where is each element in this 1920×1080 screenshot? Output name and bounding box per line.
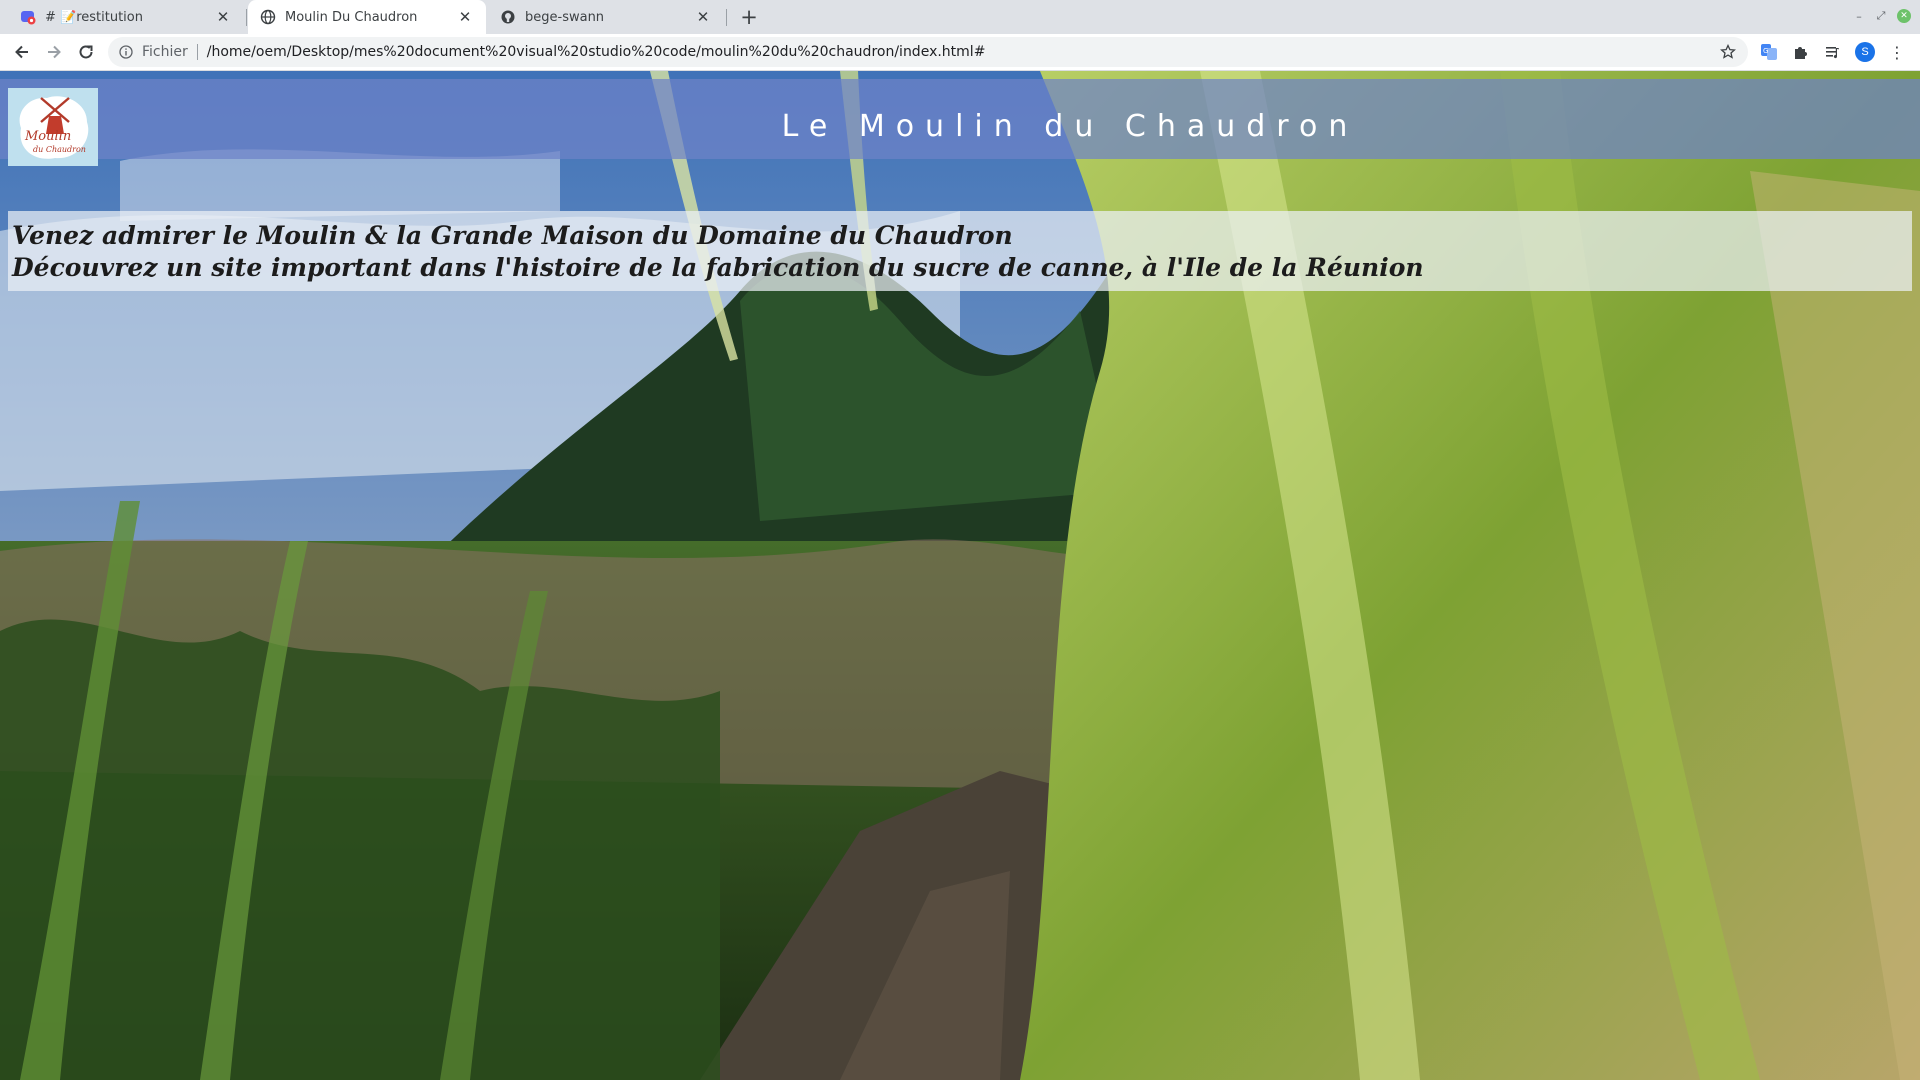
- forward-button[interactable]: [40, 38, 68, 66]
- close-icon[interactable]: ✕: [694, 8, 712, 26]
- tab-bege-swann[interactable]: bege-swann ✕: [488, 0, 724, 34]
- back-button[interactable]: [8, 38, 36, 66]
- address-bar[interactable]: Fichier /home/oem/Desktop/mes%20document…: [108, 37, 1748, 67]
- site-title: Le Moulin du Chaudron: [781, 109, 1359, 144]
- url-text[interactable]: /home/oem/Desktop/mes%20document%20visua…: [207, 44, 986, 60]
- media-queue-icon[interactable]: [1823, 42, 1843, 62]
- svg-text:G: G: [1763, 47, 1768, 55]
- tab-strip: # 📝restitution ✕ Moulin Du Chaudron ✕ be…: [0, 0, 1920, 34]
- arrow-left-icon: [15, 45, 28, 59]
- globe-icon: [260, 9, 276, 25]
- page-viewport: Moulin du Chaudron Le Moulin du Chaudron…: [0, 71, 1920, 1080]
- tab-separator: [726, 9, 727, 26]
- banner-line-2: Découvrez un site important dans l'histo…: [12, 253, 1424, 282]
- tab-separator: [246, 9, 247, 26]
- tab-title: Moulin Du Chaudron: [285, 9, 418, 25]
- site-header: Moulin du Chaudron Le Moulin du Chaudron: [0, 79, 1920, 166]
- browser-toolbar: Fichier /home/oem/Desktop/mes%20document…: [0, 34, 1920, 71]
- minimize-icon[interactable]: –: [1850, 7, 1868, 25]
- star-icon[interactable]: [1718, 42, 1738, 62]
- close-icon[interactable]: ✕: [214, 8, 232, 26]
- github-icon: [500, 9, 516, 25]
- info-icon[interactable]: [118, 44, 134, 60]
- logo-text-line2: du Chaudron: [33, 145, 86, 154]
- discord-favicon-icon: [20, 9, 36, 25]
- tab-restitution[interactable]: # 📝restitution ✕: [8, 0, 244, 34]
- close-icon[interactable]: ✕: [456, 8, 474, 26]
- tab-moulin-du-chaudron[interactable]: Moulin Du Chaudron ✕: [248, 0, 486, 34]
- browser-window: # 📝restitution ✕ Moulin Du Chaudron ✕ be…: [0, 0, 1920, 1080]
- translate-extension-icon[interactable]: G: [1759, 42, 1779, 62]
- omnibox-divider: [196, 44, 198, 60]
- puzzle-extensions-icon[interactable]: [1791, 42, 1811, 62]
- reload-icon: [79, 45, 93, 59]
- window-close-button[interactable]: ✕: [1897, 9, 1911, 23]
- reload-button[interactable]: [72, 38, 100, 66]
- profile-avatar[interactable]: S: [1855, 42, 1875, 62]
- tab-title: # 📝restitution: [45, 9, 143, 25]
- logo-text-line1: Moulin: [24, 129, 71, 144]
- moulin-logo[interactable]: Moulin du Chaudron: [8, 88, 98, 166]
- more-menu-icon[interactable]: ⋮: [1887, 42, 1907, 62]
- banner-line-1: Venez admirer le Moulin & la Grande Mais…: [12, 221, 1013, 250]
- arrow-right-icon: [48, 45, 61, 59]
- intro-banner: Venez admirer le Moulin & la Grande Mais…: [8, 211, 1912, 291]
- restore-icon[interactable]: ⤢: [1872, 7, 1890, 25]
- new-tab-button[interactable]: +: [736, 4, 762, 30]
- scheme-label: Fichier: [142, 44, 188, 60]
- tab-title: bege-swann: [525, 9, 605, 25]
